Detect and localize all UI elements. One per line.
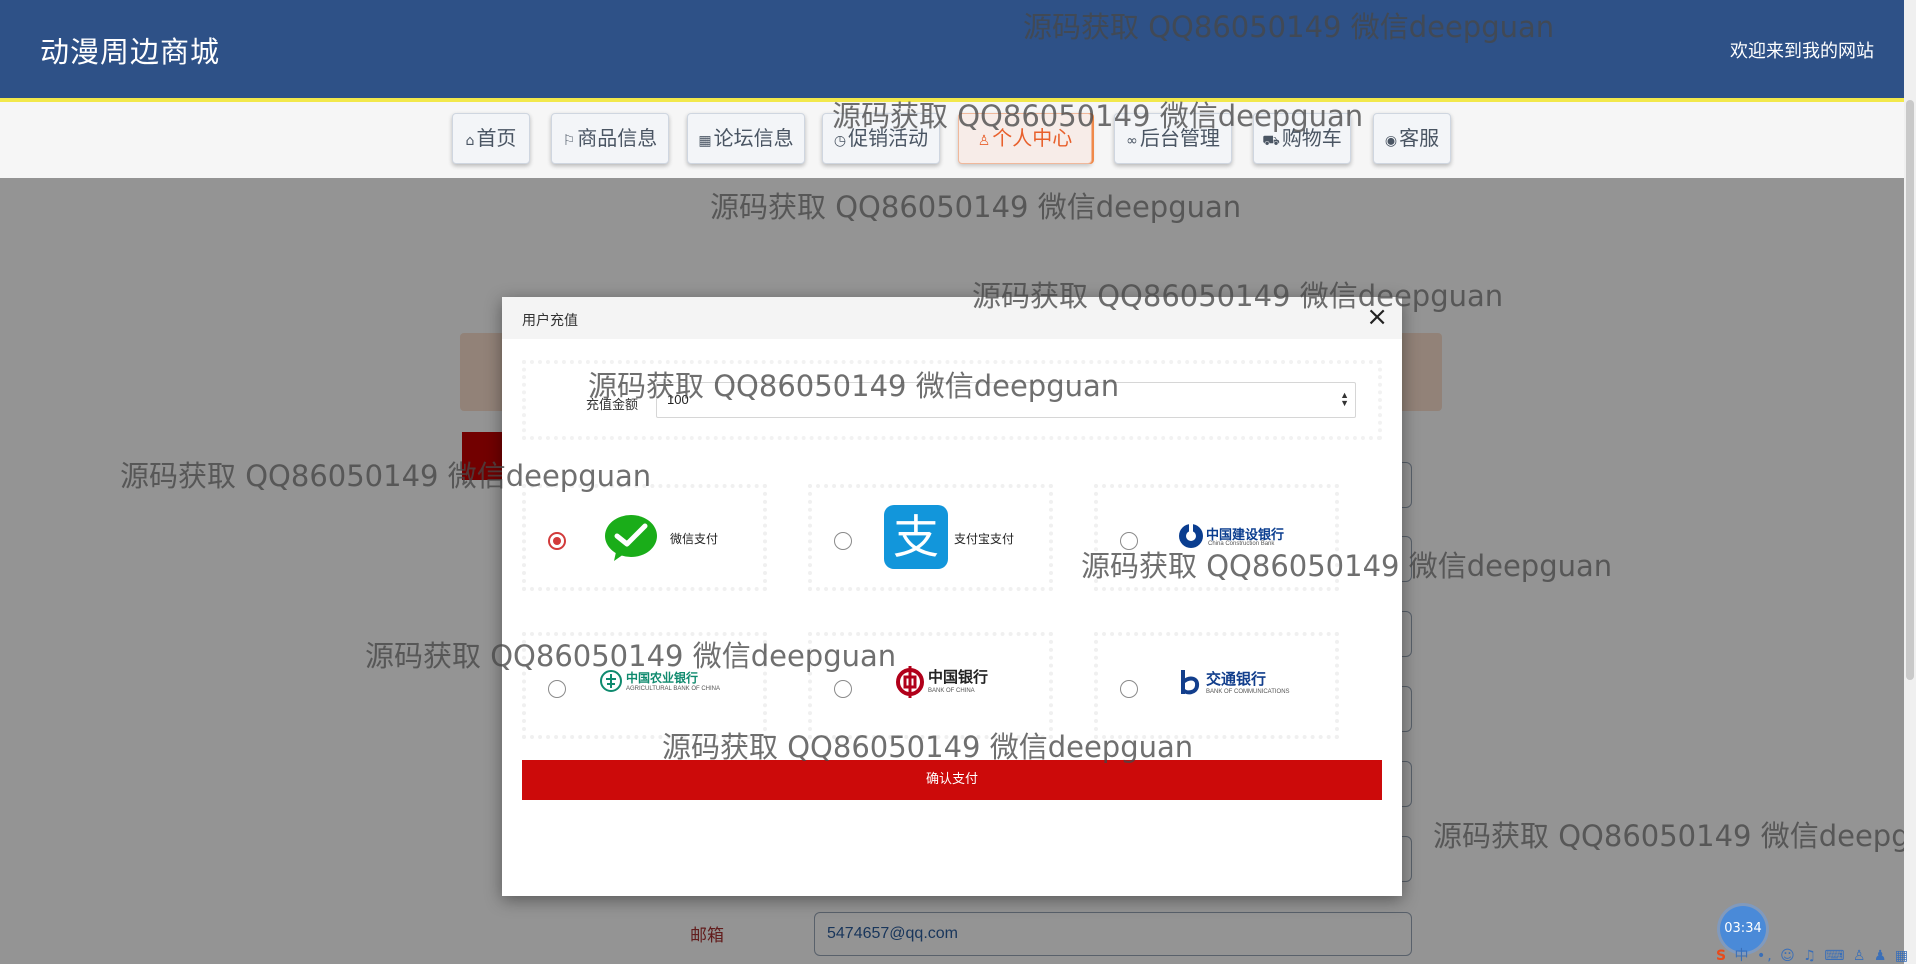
- watermark: 源码获取 QQ86050149 微信deepg: [1433, 819, 1910, 853]
- bank-sub: BANK OF COMMUNICATIONS: [1206, 689, 1290, 695]
- watermark: 源码获取 QQ86050149 微信deepguan: [588, 369, 1120, 403]
- link-icon: ∞: [1126, 133, 1138, 149]
- nav-label: 商品信息: [577, 126, 658, 150]
- user-icon: ♙: [977, 133, 991, 149]
- radio-alipay[interactable]: [834, 532, 852, 550]
- cart-icon: ⛟: [1262, 133, 1280, 149]
- payment-label: 微信支付: [670, 532, 719, 546]
- bank-sub: BANK OF CHINA: [928, 688, 975, 694]
- watermark: 源码获取 QQ86050149 微信deepguan: [120, 459, 652, 493]
- flag-icon: ⚐: [562, 133, 576, 149]
- modal-title: 用户充值: [522, 313, 578, 329]
- watermark: 源码获取 QQ86050149 微信deepguan: [710, 190, 1242, 224]
- confirm-pay-button[interactable]: 确认支付: [522, 760, 1382, 800]
- bocom-logo: [1181, 670, 1200, 695]
- sogou-icon: S: [1716, 948, 1729, 964]
- nav-item-home[interactable]: ⌂ 首页: [452, 113, 530, 164]
- bank-sub: AGRICULTURAL BANK OF CHINA: [626, 686, 721, 692]
- alipay-icon: 支: [884, 505, 948, 569]
- home-icon: ⌂: [465, 133, 475, 149]
- welcome-text: 欢迎来到我的网站: [1730, 41, 1874, 62]
- watermark: 源码获取 QQ86050149 微信deepguan: [832, 99, 1364, 133]
- nav-label: 客服: [1399, 126, 1440, 150]
- site-header: 动漫周边商城 欢迎来到我的网站: [0, 0, 1904, 102]
- watermark: 源码获取 QQ86050149 微信deepguan: [1081, 549, 1613, 583]
- scrollbar-thumb[interactable]: [1906, 100, 1914, 680]
- scrollbar[interactable]: [1904, 0, 1916, 964]
- nav-label: 首页: [476, 126, 517, 150]
- number-spinner-icon[interactable]: ▲ ▼: [1340, 391, 1349, 408]
- boc-logo: [896, 666, 924, 698]
- radio-abc[interactable]: [548, 680, 566, 698]
- clock-icon: ◷: [833, 133, 847, 149]
- nav-item-products[interactable]: ⚐ 商品信息: [551, 113, 669, 164]
- radio-wechat[interactable]: [548, 532, 566, 550]
- nav-item-forum[interactable]: ▦ 论坛信息: [687, 113, 805, 164]
- nav-label: 论坛信息: [713, 126, 794, 150]
- radio-bocom[interactable]: [1120, 680, 1138, 698]
- radio-boc[interactable]: [834, 680, 852, 698]
- payment-option-alipay[interactable]: 支 支付宝支付: [808, 484, 1053, 591]
- payment-label: 支付宝支付: [954, 532, 1015, 546]
- wechat-pay-icon: [605, 515, 657, 561]
- ime-toolbar[interactable]: S 中 •, ☺ ♫ ⌨ ♙ ♟ ▦: [1716, 945, 1910, 964]
- watermark: 源码获取 QQ86050149 微信deepguan: [1023, 10, 1555, 44]
- site-title[interactable]: 动漫周边商城: [40, 29, 220, 71]
- forum-icon: ▦: [698, 133, 712, 149]
- nav-item-customer-service[interactable]: ◉ 客服: [1373, 113, 1451, 164]
- payment-option-wechat[interactable]: 微信支付: [522, 484, 767, 591]
- watermark: 源码获取 QQ86050149 微信deepguan: [972, 279, 1504, 313]
- watermark: 源码获取 QQ86050149 微信deepguan: [365, 639, 897, 673]
- headset-icon: ◉: [1384, 133, 1398, 149]
- bank-name: 中国银行: [928, 668, 989, 686]
- bank-name: 交通银行: [1206, 670, 1267, 688]
- watermark: 源码获取 QQ86050149 微信deepguan: [662, 730, 1194, 764]
- payment-option-bocom[interactable]: 交通银行 BANK OF COMMUNICATIONS: [1094, 632, 1339, 739]
